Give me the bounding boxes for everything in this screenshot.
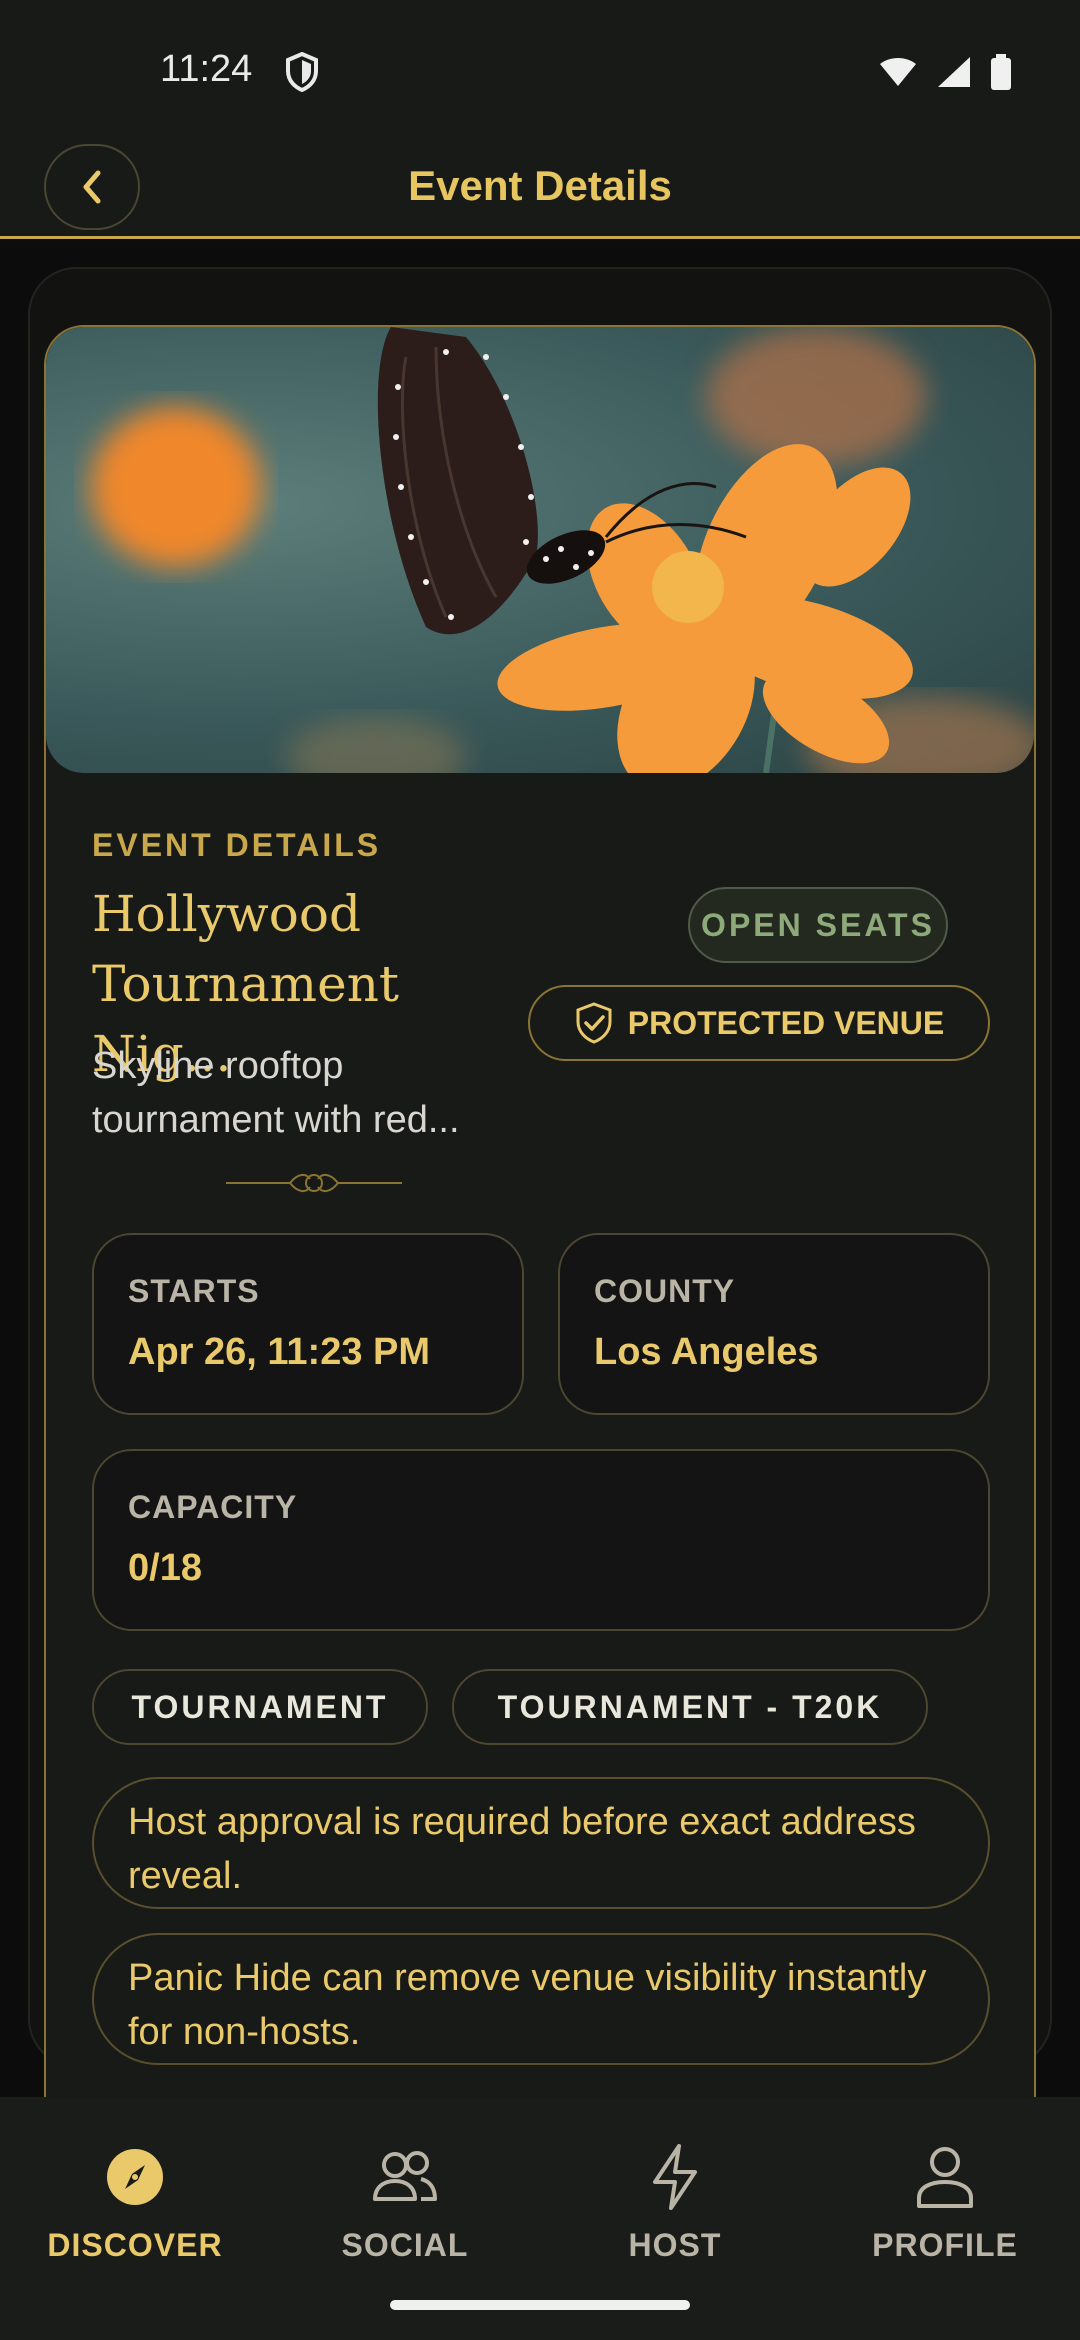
status-time: 11:24: [160, 48, 253, 90]
nav-label: HOST: [628, 2227, 722, 2263]
starts-value: Apr 26, 11:23 PM: [128, 1331, 431, 1373]
capacity-value: 0/18: [128, 1547, 202, 1589]
section-label: EVENT DETAILS: [92, 827, 382, 863]
status-indicators: [878, 54, 1012, 90]
app-bar: Event Details: [0, 140, 1080, 239]
county-label: COUNTY: [594, 1273, 736, 1309]
capacity-box: CAPACITY 0/18: [92, 1449, 990, 1631]
person-icon: [917, 2147, 973, 2208]
wifi-icon: [880, 58, 916, 86]
starts-label: STARTS: [128, 1273, 260, 1309]
lightning-icon: [653, 2144, 697, 2210]
shield-check-icon: [576, 1002, 612, 1044]
capacity-label: CAPACITY: [128, 1489, 298, 1525]
tag-chip[interactable]: TOURNAMENT - T20K: [452, 1669, 928, 1745]
page-title: Event Details: [408, 162, 672, 209]
status-bar: 11:24: [0, 0, 1080, 140]
county-value: Los Angeles: [594, 1331, 819, 1373]
battery-icon: [991, 54, 1011, 90]
nav-item-social[interactable]: SOCIAL: [270, 2137, 540, 2264]
ornament-divider: [226, 1169, 402, 1202]
event-description: Skyline rooftop tournament with red...: [92, 1045, 460, 1141]
nav-label: DISCOVER: [47, 2227, 223, 2263]
event-card: EVENT DETAILS Hollywood Tournament Nig..…: [44, 325, 1036, 2097]
county-box: COUNTY Los Angeles: [558, 1233, 990, 1415]
open-seats-badge: OPEN SEATS: [688, 887, 948, 963]
home-indicator[interactable]: [390, 2300, 690, 2310]
tag-chip[interactable]: TOURNAMENT: [92, 1669, 428, 1745]
protected-venue-badge: PROTECTED VENUE: [528, 985, 990, 1061]
compass-icon: [107, 2149, 163, 2205]
people-icon: [373, 2151, 437, 2201]
content-area: EVENT DETAILS Hollywood Tournament Nig..…: [0, 239, 1080, 2097]
shield-status-icon: [285, 51, 319, 97]
nav-item-discover[interactable]: DISCOVER: [0, 2137, 270, 2264]
notice-host-approval: Host approval is required before exact a…: [92, 1777, 990, 1909]
nav-item-profile[interactable]: PROFILE: [810, 2137, 1080, 2264]
event-hero-image: [46, 327, 1034, 773]
starts-box: STARTS Apr 26, 11:23 PM: [92, 1233, 524, 1415]
nav-item-host[interactable]: HOST: [540, 2137, 810, 2264]
nav-label: SOCIAL: [341, 2227, 469, 2263]
notice-panic-hide: Panic Hide can remove venue visibility i…: [92, 1933, 990, 2065]
protected-venue-label: PROTECTED VENUE: [627, 1004, 945, 1041]
nav-label: PROFILE: [872, 2227, 1018, 2263]
signal-icon: [938, 57, 970, 87]
